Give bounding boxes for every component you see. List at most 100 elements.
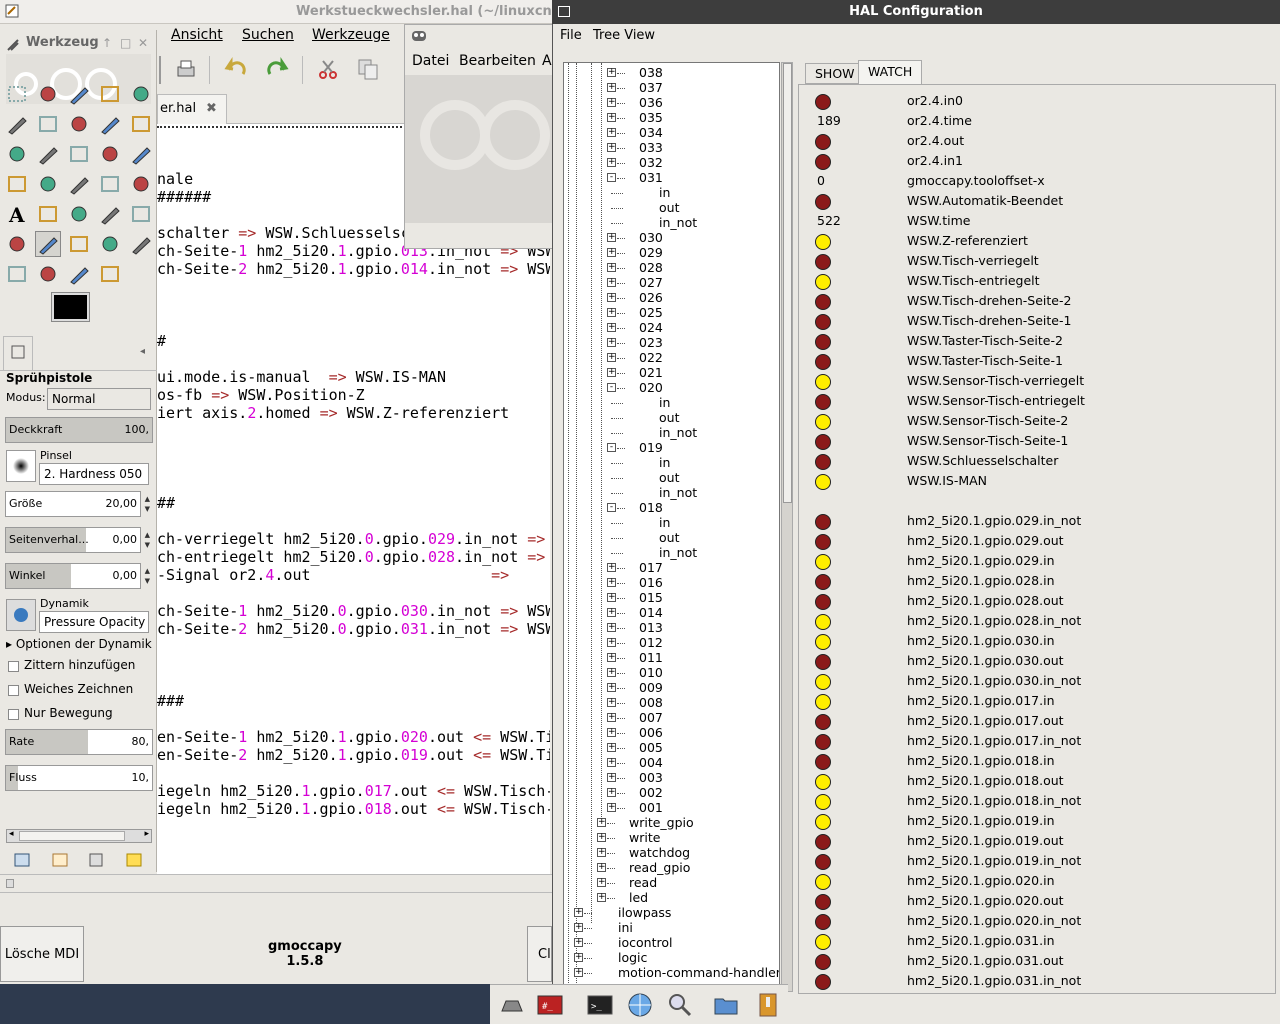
watch-row[interactable]: hm2_5i20.1.gpio.019.in bbox=[799, 811, 1269, 831]
expand-icon[interactable]: + bbox=[607, 308, 616, 317]
tree-node[interactable]: 004 bbox=[639, 755, 663, 770]
tree-node[interactable]: in_not bbox=[659, 215, 697, 230]
scroll-right-icon[interactable]: ▸ bbox=[144, 829, 149, 839]
tree-node[interactable]: 023 bbox=[639, 335, 663, 350]
watch-row[interactable]: hm2_5i20.1.gpio.028.in bbox=[799, 571, 1269, 591]
expand-icon[interactable]: + bbox=[607, 368, 616, 377]
tree-node[interactable]: 003 bbox=[639, 770, 663, 785]
menu-file[interactable]: File bbox=[560, 28, 582, 43]
undo-icon[interactable] bbox=[223, 56, 249, 82]
tree-node[interactable]: in_not bbox=[659, 425, 697, 440]
expand-icon[interactable]: + bbox=[597, 848, 606, 857]
tree-node[interactable]: out bbox=[659, 410, 679, 425]
watch-row[interactable]: hm2_5i20.1.gpio.028.out bbox=[799, 591, 1269, 611]
watch-row[interactable]: 0 gmoccapy.tooloffset-x bbox=[799, 171, 1269, 191]
tree-node[interactable]: 036 bbox=[639, 95, 663, 110]
expand-icon[interactable]: + bbox=[607, 743, 616, 752]
watch-row[interactable]: hm2_5i20.1.gpio.018.in bbox=[799, 751, 1269, 771]
tree-node[interactable]: 018 bbox=[639, 500, 663, 515]
editor-titlebar[interactable]: Werkstueckwechsler.hal (~/linuxcnc/c bbox=[0, 0, 552, 24]
tree-node[interactable]: 017 bbox=[639, 560, 663, 575]
tree-node[interactable]: 016 bbox=[639, 575, 663, 590]
tree-node[interactable]: logic bbox=[618, 950, 647, 965]
tree-node[interactable]: write_gpio bbox=[629, 815, 694, 830]
tree-node[interactable]: 031 bbox=[639, 170, 663, 185]
expand-icon[interactable]: + bbox=[607, 758, 616, 767]
tree-node[interactable]: 008 bbox=[639, 695, 663, 710]
expand-icon[interactable]: + bbox=[574, 968, 583, 977]
search-icon[interactable] bbox=[666, 991, 694, 1019]
tree-node[interactable]: 005 bbox=[639, 740, 663, 755]
expand-icon[interactable]: + bbox=[607, 233, 616, 242]
tree-node[interactable]: 002 bbox=[639, 785, 663, 800]
watch-row[interactable]: hm2_5i20.1.gpio.030.in bbox=[799, 631, 1269, 651]
tree-node[interactable]: 026 bbox=[639, 290, 663, 305]
watch-row[interactable]: 522 WSW.time bbox=[799, 211, 1269, 231]
watch-row[interactable]: hm2_5i20.1.gpio.020.in bbox=[799, 871, 1269, 891]
copy-icon[interactable] bbox=[355, 56, 381, 82]
redo-icon[interactable] bbox=[264, 56, 290, 82]
tree-node[interactable]: 014 bbox=[639, 605, 663, 620]
tree-node[interactable]: 038 bbox=[639, 65, 663, 80]
terminal-red-icon[interactable]: #_ bbox=[536, 991, 564, 1019]
expand-icon[interactable]: + bbox=[607, 338, 616, 347]
watch-row[interactable]: hm2_5i20.1.gpio.030.in_not bbox=[799, 671, 1269, 691]
tree-node[interactable]: 012 bbox=[639, 635, 663, 650]
watch-row[interactable]: WSW.Tisch-verriegelt bbox=[799, 251, 1269, 271]
expand-icon[interactable]: + bbox=[607, 278, 616, 287]
eraser-icon[interactable] bbox=[5, 232, 29, 256]
expand-icon[interactable]: + bbox=[574, 923, 583, 932]
tree-node[interactable]: 034 bbox=[639, 125, 663, 140]
tab-watch[interactable]: WATCH bbox=[858, 60, 923, 84]
options-scrollbar[interactable]: ◂ ▸ bbox=[6, 829, 152, 843]
tree-node[interactable]: read bbox=[629, 875, 657, 890]
tool-options-tab[interactable] bbox=[3, 336, 33, 370]
tree-node[interactable]: 015 bbox=[639, 590, 663, 605]
tree-node[interactable]: watchdog bbox=[629, 845, 690, 860]
dodge-icon[interactable] bbox=[36, 262, 60, 286]
watch-row[interactable]: WSW.IS-MAN bbox=[799, 471, 1269, 491]
size-spinner-icon[interactable]: ▲ ▼ bbox=[145, 494, 150, 514]
archive-icon[interactable] bbox=[754, 991, 782, 1019]
reset-options-icon[interactable] bbox=[124, 851, 144, 869]
watch-row[interactable]: hm2_5i20.1.gpio.030.out bbox=[799, 651, 1269, 671]
tree-node[interactable]: 025 bbox=[639, 305, 663, 320]
terminal-icon[interactable]: >_ bbox=[586, 991, 614, 1019]
maximize-icon[interactable]: □ bbox=[120, 30, 131, 56]
tree-node[interactable]: led bbox=[629, 890, 648, 905]
brush-preview[interactable] bbox=[6, 450, 36, 482]
watch-row[interactable]: hm2_5i20.1.gpio.020.out bbox=[799, 891, 1269, 911]
expand-icon[interactable]: + bbox=[607, 668, 616, 677]
watch-row[interactable]: 189 or2.4.time bbox=[799, 111, 1269, 131]
clone-icon[interactable] bbox=[98, 232, 122, 256]
move-icon[interactable] bbox=[5, 142, 29, 166]
ellipse-select-icon[interactable] bbox=[36, 82, 60, 106]
shear-icon[interactable] bbox=[5, 172, 29, 196]
watch-row[interactable]: WSW.Z-referenziert bbox=[799, 231, 1269, 251]
browser-icon[interactable] bbox=[626, 991, 654, 1019]
foreground-color[interactable] bbox=[51, 292, 90, 322]
expand-icon[interactable]: + bbox=[607, 623, 616, 632]
watch-row[interactable]: hm2_5i20.1.gpio.029.in bbox=[799, 551, 1269, 571]
tree-node[interactable]: 010 bbox=[639, 665, 663, 680]
clear-mdi-button[interactable]: Lösche MDI bbox=[0, 926, 84, 982]
rate-slider[interactable]: Rate 80, bbox=[5, 729, 153, 755]
cage-icon[interactable] bbox=[98, 172, 122, 196]
partial-button[interactable]: Cl bbox=[527, 926, 552, 982]
tree-node[interactable]: ini bbox=[618, 920, 633, 935]
tree-node[interactable]: 020 bbox=[639, 380, 663, 395]
convolve-icon[interactable] bbox=[98, 262, 122, 286]
smooth-checkbox[interactable] bbox=[8, 685, 19, 696]
tree-node[interactable]: 030 bbox=[639, 230, 663, 245]
menu-ansicht[interactable]: Ansicht bbox=[171, 27, 223, 43]
close-icon[interactable]: ✕ bbox=[138, 30, 148, 56]
rotate-icon[interactable] bbox=[98, 142, 122, 166]
watch-row[interactable]: hm2_5i20.1.gpio.017.in bbox=[799, 691, 1269, 711]
expand-icon[interactable]: + bbox=[607, 68, 616, 77]
watch-row[interactable]: hm2_5i20.1.gpio.031.out bbox=[799, 951, 1269, 971]
tree-node[interactable]: out bbox=[659, 530, 679, 545]
watch-row[interactable]: hm2_5i20.1.gpio.017.out bbox=[799, 711, 1269, 731]
pencil-icon[interactable] bbox=[98, 202, 122, 226]
flip-icon[interactable] bbox=[67, 172, 91, 196]
tree-node[interactable]: 029 bbox=[639, 245, 663, 260]
